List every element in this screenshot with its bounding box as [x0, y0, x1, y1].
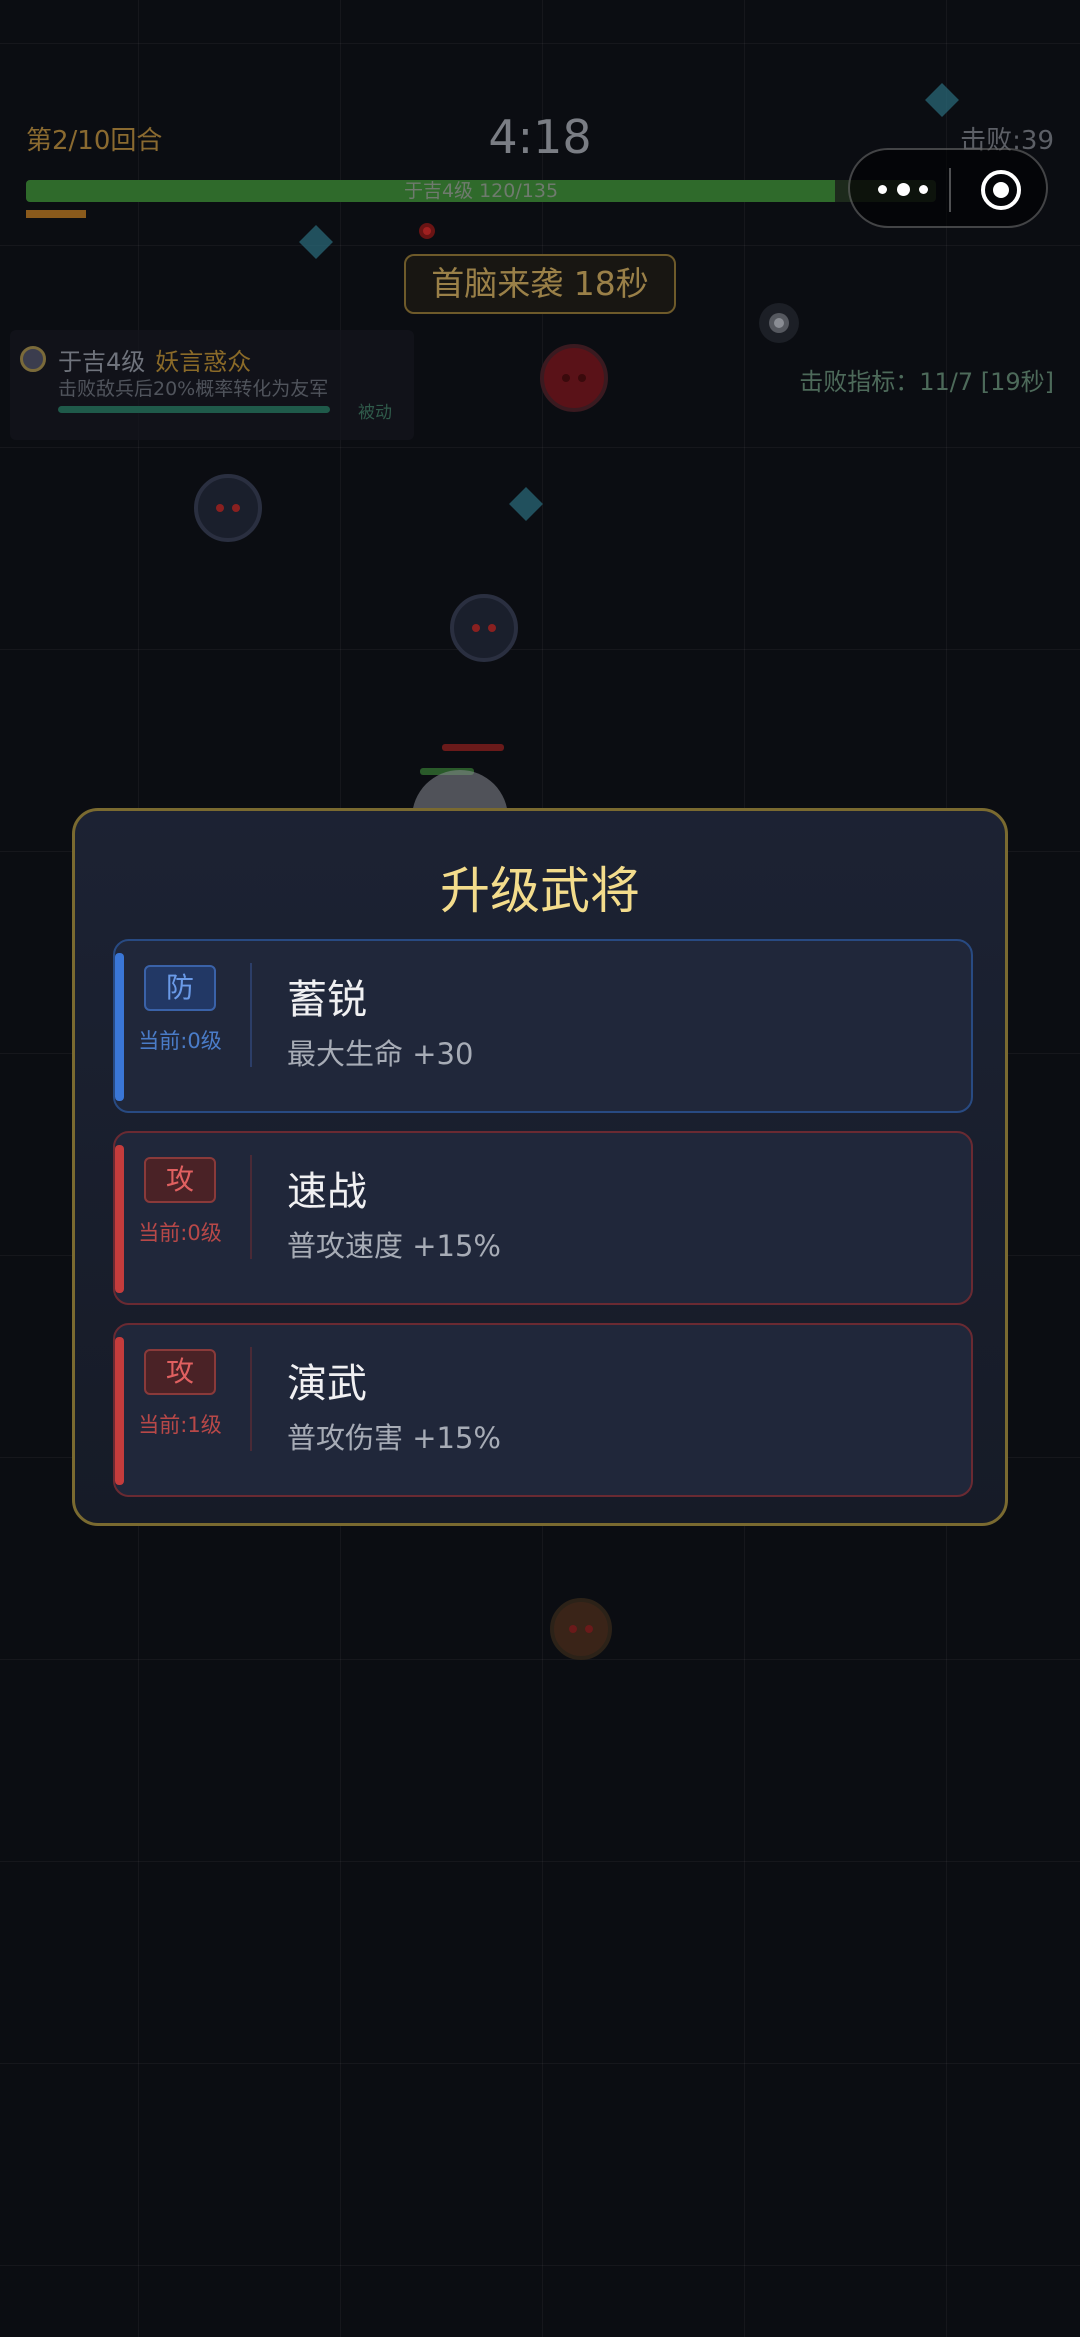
skill-passive-tag: 被动: [358, 403, 392, 423]
capsule-divider: [949, 168, 951, 212]
skill-hero: 于吉4级: [58, 348, 146, 376]
card-skill-name: 速战: [287, 1169, 367, 1215]
card-skill-effect: 普攻速度 +15%: [287, 1229, 501, 1263]
enemy-elite-red: [540, 344, 608, 412]
hero-xp-bar: [26, 210, 86, 218]
enemy-soldier: [450, 594, 518, 662]
card-type-badge: 防: [144, 965, 216, 1011]
miniprogram-capsule: [848, 148, 1048, 228]
more-dots-icon[interactable]: [878, 176, 928, 202]
skill-cooldown-bar: [58, 406, 330, 413]
boss-warning: 首脑来袭 18秒: [404, 254, 676, 314]
hero-hp-text: 于吉4级 120/135: [403, 180, 559, 202]
card-skill-name: 蓄锐: [287, 977, 367, 1023]
upgrade-card-suzhan[interactable]: 攻 当前:0级 速战 普攻速度 +15%: [113, 1131, 973, 1305]
upgrade-card-xurui[interactable]: 防 当前:0级 蓄锐 最大生命 +30: [113, 939, 973, 1113]
enemy-hp-bar: [442, 744, 504, 751]
card-current-level: 当前:1级: [138, 1413, 222, 1437]
skill-description: 击败敌兵后20%概率转化为友军: [58, 378, 329, 400]
card-skill-effect: 最大生命 +30: [287, 1037, 474, 1071]
orb-projectile-icon: [756, 300, 802, 346]
modal-title: 升级武将: [440, 862, 640, 920]
hero-hp-bar: 于吉4级 120/135: [26, 180, 936, 202]
card-current-level: 当前:0级: [138, 1029, 222, 1053]
card-divider: [250, 1155, 252, 1259]
card-type-badge: 攻: [144, 1157, 216, 1203]
card-current-level: 当前:0级: [138, 1221, 222, 1245]
target-close-icon[interactable]: [979, 168, 1023, 212]
upgrade-card-yanwu[interactable]: 攻 当前:1级 演武 普攻伤害 +15%: [113, 1323, 973, 1497]
kill-target-indicator: 击败指标：11/7 [19秒]: [799, 368, 1054, 396]
enemy-soldier: [194, 474, 262, 542]
card-divider: [250, 963, 252, 1067]
skill-panel: 于吉4级 妖言惑众 击败敌兵后20%概率转化为友军 被动: [10, 330, 414, 440]
upgrade-general-modal: 升级武将 防 当前:0级 蓄锐 最大生命 +30 攻 当前:0级 速战 普攻速度…: [72, 808, 1008, 1526]
skill-orb-icon: [20, 346, 46, 372]
skill-title: 于吉4级 妖言惑众: [58, 342, 251, 377]
fire-projectile-icon: [414, 218, 440, 244]
card-divider: [250, 1347, 252, 1451]
card-skill-effect: 普攻伤害 +15%: [287, 1421, 501, 1455]
enemy-soldier-brown: [550, 1598, 612, 1660]
card-type-badge: 攻: [144, 1349, 216, 1395]
skill-name: 妖言惑众: [155, 348, 252, 376]
card-skill-name: 演武: [287, 1361, 367, 1407]
